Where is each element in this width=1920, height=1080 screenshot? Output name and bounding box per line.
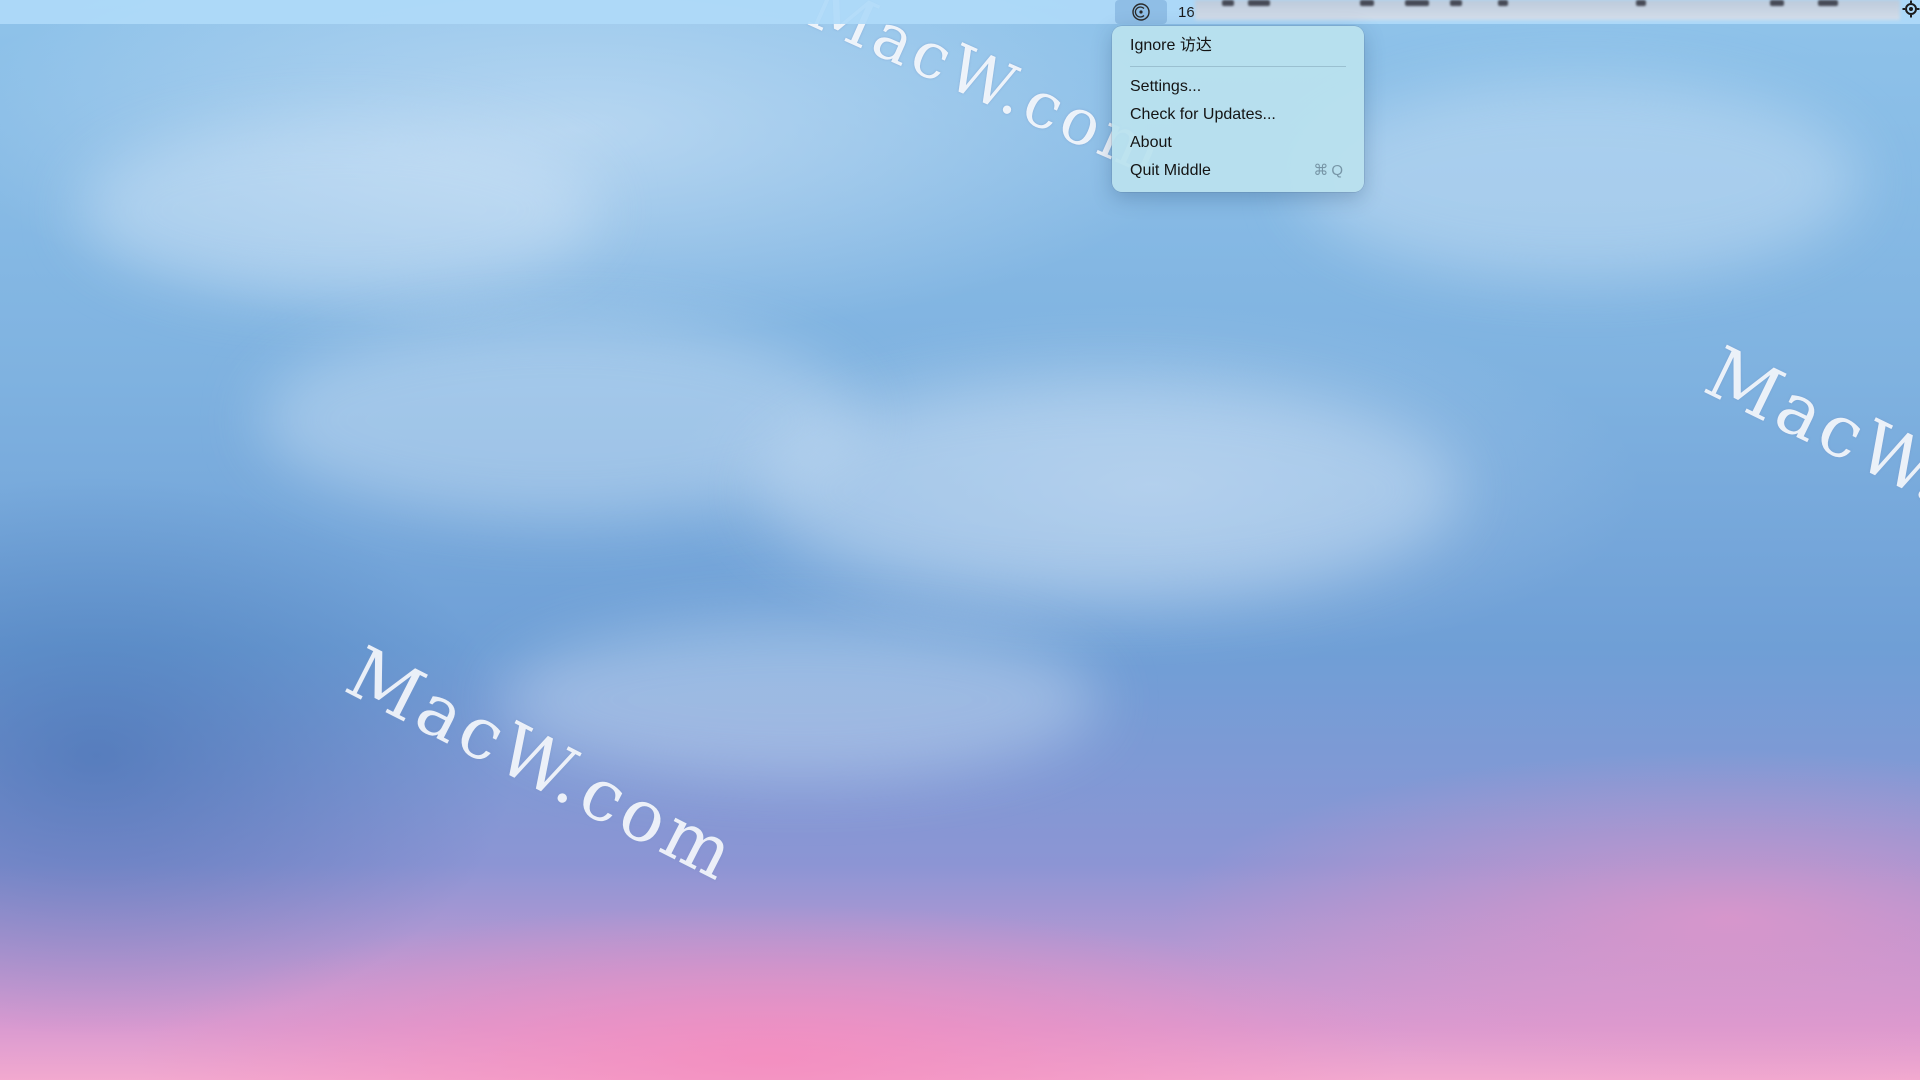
menubar-extra-icon[interactable]	[1636, 0, 1646, 6]
menu-item-label: Quit Middle	[1130, 162, 1211, 179]
menu-item-label: Check for Updates...	[1130, 106, 1276, 123]
menu-separator	[1130, 66, 1346, 67]
menubar-extra-icon[interactable]	[1405, 0, 1429, 6]
menubar-extra-icon[interactable]	[1248, 0, 1270, 6]
menu-bar: 16	[0, 0, 1920, 24]
menu-item-quit[interactable]: Quit Middle ⌘Q	[1112, 157, 1364, 185]
menubar-extras-blurred	[1195, 0, 1900, 20]
menu-item-check-updates[interactable]: Check for Updates...	[1112, 101, 1364, 129]
menubar-extra-icon[interactable]	[1450, 0, 1462, 6]
watermark-right: MacW.com	[1693, 330, 1920, 592]
gear-icon[interactable]	[1902, 0, 1920, 18]
menubar-counter: 16	[1178, 3, 1195, 21]
cloud	[1300, 80, 1860, 280]
menu-item-about[interactable]: About	[1112, 129, 1364, 157]
menubar-extra-icon[interactable]	[1498, 0, 1508, 6]
menubar-extra-icon[interactable]	[1818, 0, 1838, 6]
menu-item-label: Settings...	[1130, 78, 1202, 95]
menu-item-ignore-finder[interactable]: Ignore 访达	[1112, 32, 1364, 60]
middle-app-icon[interactable]	[1115, 0, 1167, 24]
menubar-extra-icon[interactable]	[1770, 0, 1784, 6]
cloud	[80, 120, 600, 300]
menubar-extra-icon[interactable]	[1360, 0, 1374, 6]
middle-app-icon-glyph	[1132, 3, 1150, 21]
menu-item-shortcut: ⌘Q	[1313, 162, 1346, 179]
menubar-status-area: 16	[1115, 0, 1195, 24]
status-menu-dropdown: Ignore 访达 Settings... Check for Updates.…	[1112, 26, 1364, 192]
menubar-extra-icon[interactable]	[1222, 0, 1234, 6]
menu-item-label: Ignore 访达	[1130, 37, 1212, 54]
cloud	[760, 380, 1460, 600]
menu-item-label: About	[1130, 134, 1172, 151]
menu-item-settings[interactable]: Settings...	[1112, 73, 1364, 101]
desktop: MacW.com MacW.com MacW.com 16 Ignore 访达 …	[0, 0, 1920, 1080]
